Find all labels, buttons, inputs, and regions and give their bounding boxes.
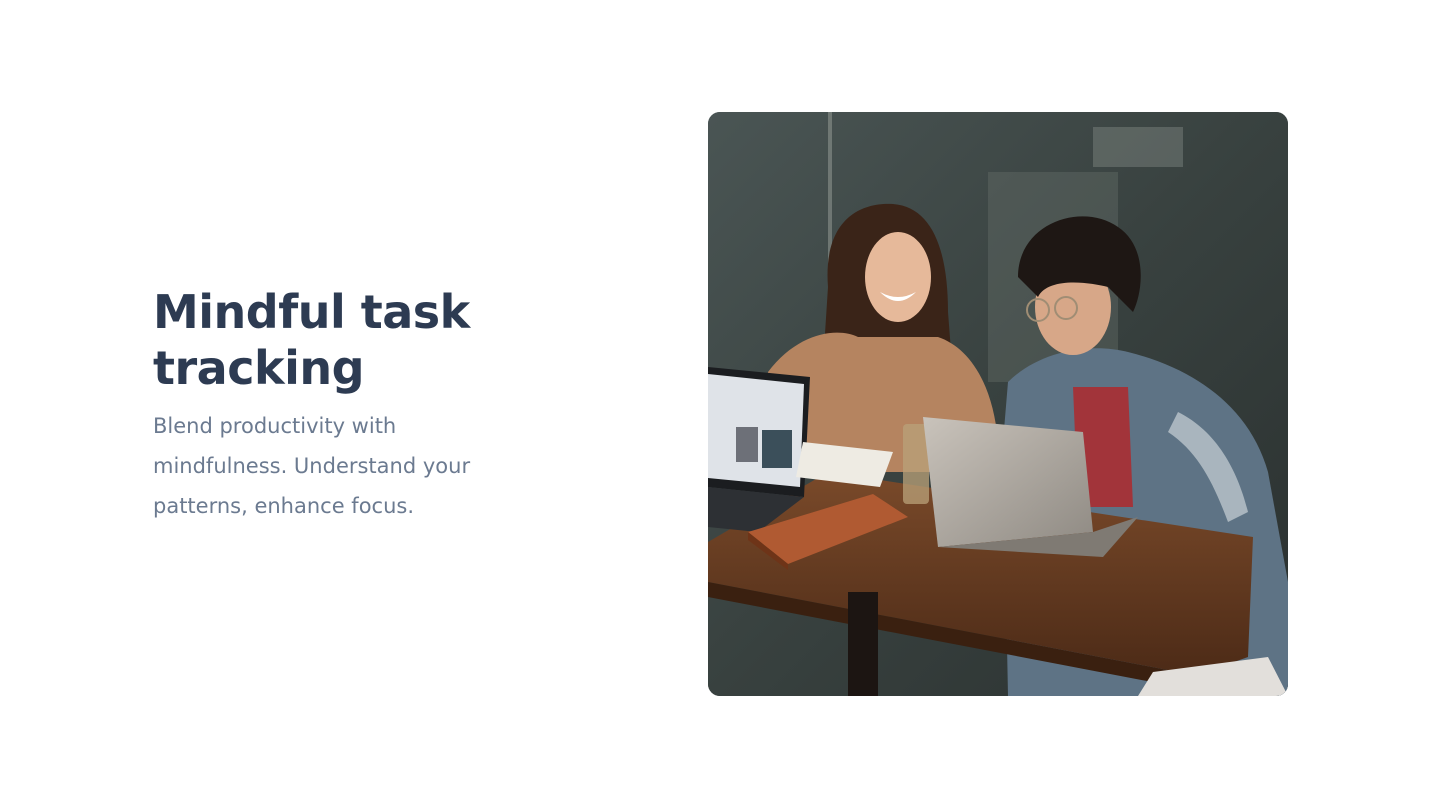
feature-photo (708, 112, 1288, 696)
feature-description: Blend productivity with mindfulness. Und… (153, 414, 471, 518)
feature-hero-section: Mindful task tracking Blend productivity… (0, 0, 1440, 808)
feature-title: Mindful task tracking (153, 285, 470, 395)
feature-text-block: Mindful task tracking Blend productivity… (153, 284, 533, 526)
